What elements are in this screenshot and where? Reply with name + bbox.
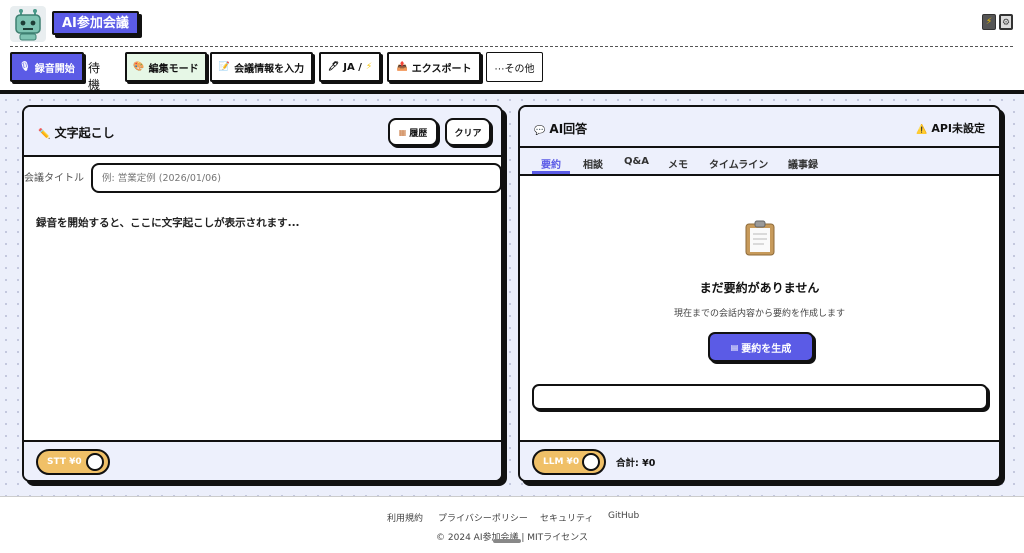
memo-icon: 📝 <box>218 62 231 72</box>
export-icon: 📤 <box>396 62 408 72</box>
edit-mode-button[interactable]: 🎨 編集モード <box>125 52 207 82</box>
stt-cost-toggle[interactable]: STT ¥0 <box>36 449 110 475</box>
clear-button[interactable]: クリア <box>445 118 491 146</box>
tab-minutes[interactable]: 議事録 <box>788 156 818 171</box>
page-footer: 利用規約 プライバシーポリシー セキュリティ GitHub © 2024 AI参… <box>0 496 1024 553</box>
robot-logo-icon <box>10 6 46 42</box>
transcript-footer: STT ¥0 <box>24 440 501 480</box>
transcript-title-text: 文字起こし <box>54 126 115 140</box>
document-icon: ▤ <box>730 342 739 352</box>
history-icon: ▦ <box>398 127 407 137</box>
ai-title-text: AI回答 <box>549 122 588 136</box>
transcript-placeholder: 録音を開始すると、ここに文字起こしが表示されます... <box>36 217 300 229</box>
gear-icon[interactable]: ⚙ <box>999 14 1013 30</box>
meeting-info-button[interactable]: 📝 会議情報を入力 <box>210 52 313 82</box>
footer-link-privacy[interactable]: プライバシーポリシー <box>438 511 528 524</box>
empty-title: まだ要約がありません <box>699 281 820 295</box>
tab-qa[interactable]: Q&A <box>624 156 649 167</box>
footer-link-security[interactable]: セキュリティ <box>540 511 593 524</box>
edit-mode-label: 編集モード <box>148 63 199 75</box>
ai-panel: 💬 AI回答 ⚠️ API未設定 要約 相談 Q&A メモ タイムライン 議事録 <box>518 105 1001 482</box>
language-button[interactable]: 🖊 JA / ⚡ <box>319 52 381 82</box>
toggle-knob <box>86 453 104 471</box>
microphone-icon: 🎙 <box>19 62 31 72</box>
meeting-info-label: 会議情報を入力 <box>234 63 305 75</box>
export-button[interactable]: 📤 エクスポート <box>387 52 481 82</box>
language-label: JA / <box>343 61 362 73</box>
tab-timeline[interactable]: タイムライン <box>709 156 768 171</box>
main-area: ✏️ 文字起こし ▦ 履歴 クリア 会議タイトル 録音を開始すると、ここに文字起… <box>0 94 1024 496</box>
record-button[interactable]: 🎙 録音開始 <box>10 52 84 82</box>
total-cost: 合計: ¥0 <box>616 458 656 469</box>
tab-memo[interactable]: メモ <box>668 156 688 171</box>
tab-consultation[interactable]: 相談 <box>583 156 603 171</box>
scroll-handle[interactable] <box>493 539 521 543</box>
transcript-panel: ✏️ 文字起こし ▦ 履歴 クリア 会議タイトル 録音を開始すると、ここに文字起… <box>22 105 503 482</box>
pencil-icon: ✏️ <box>38 129 51 140</box>
api-status-text: API未設定 <box>931 122 985 135</box>
ai-title: 💬 AI回答 <box>534 120 587 137</box>
header-divider <box>10 46 1013 47</box>
app-header: AI参加会議 ⚡ ⚙ 🎙 録音開始 待機中 🎨 編集モード 📝 会議情報を入力 … <box>0 0 1024 109</box>
app-title: AI参加会議 <box>52 11 139 35</box>
ai-result-box <box>532 384 988 410</box>
generate-summary-label: 要約を生成 <box>741 343 792 355</box>
meeting-title-label: 会議タイトル <box>24 173 84 184</box>
pen-icon: 🖊 <box>327 62 340 72</box>
history-button[interactable]: ▦ 履歴 <box>388 118 438 146</box>
transcript-title: ✏️ 文字起こし <box>38 124 115 141</box>
tab-summary[interactable]: 要約 <box>541 156 561 171</box>
meeting-title-input[interactable] <box>91 163 501 193</box>
ai-footer: LLM ¥0 合計: ¥0 <box>520 440 999 480</box>
api-status: ⚠️ API未設定 <box>916 120 985 136</box>
ai-header: 💬 AI回答 ⚠️ API未設定 <box>520 107 999 148</box>
clipboard-icon <box>744 220 776 259</box>
llm-cost-toggle[interactable]: LLM ¥0 <box>532 449 606 475</box>
toggle-knob <box>582 453 600 471</box>
lightning-small-icon: ⚡ <box>365 62 373 72</box>
speech-bubble-icon: 💬 <box>534 126 546 136</box>
active-tab-indicator <box>532 171 570 174</box>
empty-description: 現在までの会話内容から要約を作成します <box>673 309 845 319</box>
more-button[interactable]: ⋯その他 <box>486 52 543 82</box>
lightning-icon[interactable]: ⚡ <box>982 14 996 30</box>
stt-cost-label: STT ¥0 <box>47 457 82 467</box>
footer-link-github[interactable]: GitHub <box>608 511 639 521</box>
palette-icon: 🎨 <box>133 62 145 72</box>
llm-cost-label: LLM ¥0 <box>543 457 580 467</box>
record-button-label: 録音開始 <box>34 63 75 75</box>
history-label: 履歴 <box>409 128 428 139</box>
generate-summary-button[interactable]: ▤ 要約を生成 <box>708 332 814 362</box>
warning-icon: ⚠️ <box>916 125 928 135</box>
footer-link-terms[interactable]: 利用規約 <box>387 511 423 524</box>
export-label: エクスポート <box>411 63 472 75</box>
transcript-header: ✏️ 文字起こし ▦ 履歴 クリア <box>24 107 501 157</box>
